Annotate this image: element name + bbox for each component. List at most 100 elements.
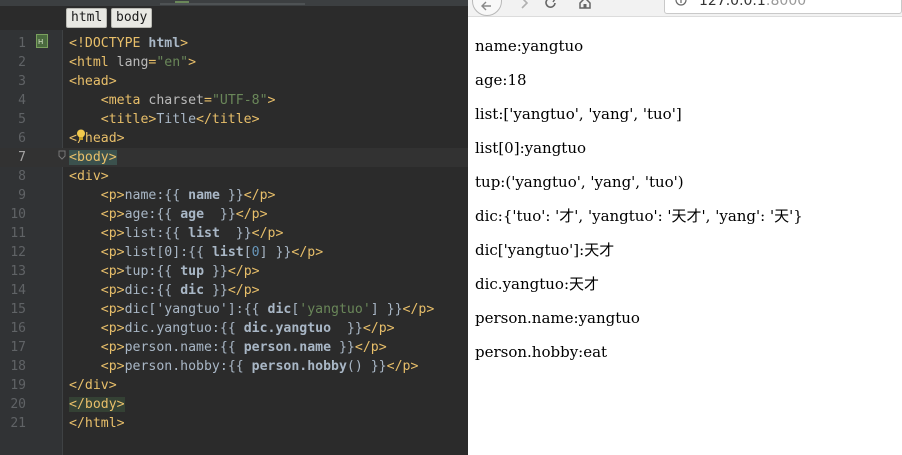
- code-token: <p>: [100, 359, 125, 374]
- code-token: name:: [124, 188, 165, 203]
- code-token: </p>: [362, 321, 395, 336]
- breadcrumb-html[interactable]: html: [66, 8, 108, 28]
- code-text: <body>: [69, 148, 117, 167]
- reload-icon[interactable]: [544, 0, 558, 10]
- code-token: html: [148, 36, 181, 51]
- line-number: 4: [18, 93, 26, 108]
- code-token: <p>: [100, 188, 125, 203]
- code-line[interactable]: 6 </head>: [0, 129, 468, 148]
- code-line[interactable]: 15 <p>dic['yangtuo']:{{ dic['yangtuo'] }…: [0, 300, 468, 319]
- code-text: <meta charset="UTF-8">: [69, 91, 276, 110]
- editor-active-tab-marker[interactable]: [175, 0, 189, 3]
- code-token: "UTF-8": [211, 93, 268, 108]
- line-number: 13: [10, 264, 26, 279]
- rendered-paragraph: name:yangtuo: [475, 37, 584, 55]
- code-token: person.hobby: [251, 359, 347, 374]
- code-text: <p>list[0]:{{ list[0] }}</p>: [69, 243, 323, 262]
- code-text: <html lang="en">: [69, 53, 196, 72]
- rendered-paragraph: person.name:yangtuo: [475, 309, 640, 327]
- code-token: dic.yangtuo: [243, 321, 332, 336]
- code-line[interactable]: 7 <body>: [0, 148, 468, 167]
- code-token: {{: [156, 264, 181, 279]
- code-token: </p>: [291, 245, 324, 260]
- code-token: name: [188, 188, 220, 203]
- code-line[interactable]: 5 <title>Title</title>: [0, 110, 468, 129]
- code-line[interactable]: 20 </body>: [0, 395, 468, 414]
- breadcrumb: html body: [0, 6, 468, 30]
- code-token: }}: [219, 226, 252, 241]
- code-line[interactable]: 19 </div>: [0, 376, 468, 395]
- code-token: dic: [267, 302, 292, 317]
- code-token: dic:: [124, 283, 157, 298]
- line-number: 12: [10, 245, 26, 260]
- code-line[interactable]: 9 <p>name:{{ name }}</p>: [0, 186, 468, 205]
- line-number: 7: [18, 150, 26, 165]
- code-line[interactable]: 8 <div>: [0, 167, 468, 186]
- lightbulb-icon[interactable]: [76, 129, 86, 141]
- code-text: <p>dic:{{ dic }}</p>: [69, 281, 260, 300]
- rendered-paragraph: tup:('yangtuo', 'yang', 'tuo'): [475, 173, 684, 191]
- code-line[interactable]: 14 <p>dic:{{ dic }}</p>: [0, 281, 468, 300]
- code-token: {{: [227, 359, 252, 374]
- code-token: >: [188, 55, 197, 70]
- code-token: person.hobby:: [124, 359, 228, 374]
- code-line[interactable]: 10 <p>age:{{ age }}</p>: [0, 205, 468, 224]
- line-number: 1: [18, 36, 26, 51]
- code-line[interactable]: 18 <p>person.hobby:{{ person.hobby() }}<…: [0, 357, 468, 376]
- back-button[interactable]: [472, 0, 502, 16]
- code-token: </p>: [386, 359, 419, 374]
- code-text: </div>: [69, 376, 117, 395]
- code-token: {{: [243, 302, 268, 317]
- info-icon[interactable]: [675, 0, 687, 6]
- code-editor[interactable]: html body 1 <!DOCTYPE html> 2 <html lang="e…: [0, 0, 468, 455]
- code-text: <p>dic['yangtuo']:{{ dic['yangtuo'] }}</…: [69, 300, 435, 319]
- code-token: <!DOCTYPE: [69, 36, 149, 51]
- rendered-paragraph: age:18: [475, 71, 527, 89]
- code-token: {{: [219, 340, 244, 355]
- code-line[interactable]: 4 <meta charset="UTF-8">: [0, 91, 468, 110]
- code-line[interactable]: 16 <p>dic.yangtuo:{{ dic.yangtuo }}</p>: [0, 319, 468, 338]
- browser-toolbar: 127.0.0.1:8000: [468, 0, 902, 17]
- line-number: 18: [10, 359, 26, 374]
- code-token: </div>: [69, 378, 117, 393]
- home-icon[interactable]: [578, 0, 592, 10]
- code-text: <!DOCTYPE html>: [69, 34, 188, 53]
- code-text: <p>dic.yangtuo:{{ dic.yangtuo }}</p>: [69, 319, 395, 338]
- code-token: >: [267, 93, 276, 108]
- code-text: <title>Title</title>: [69, 110, 260, 129]
- back-icon: [481, 1, 491, 11]
- url-port: :8000: [765, 0, 807, 9]
- code-line[interactable]: 17 <p>person.name:{{ person.name }}</p>: [0, 338, 468, 357]
- code-token: }}: [331, 340, 355, 355]
- code-token: <html: [69, 55, 117, 70]
- code-line[interactable]: 11 <p>list:{{ list }}</p>: [0, 224, 468, 243]
- html-file-icon: H: [36, 34, 48, 48]
- code-line[interactable]: 1 <!DOCTYPE html>: [0, 34, 468, 53]
- code-text: <p>person.name:{{ person.name }}</p>: [69, 338, 387, 357]
- code-token: </p>: [227, 283, 260, 298]
- code-token: <head>: [69, 74, 117, 89]
- code-token: }}: [219, 188, 244, 203]
- breadcrumb-body[interactable]: body: [111, 8, 153, 28]
- code-token: person.name: [243, 340, 332, 355]
- code-line[interactable]: 12 <p>list[0]:{{ list[0] }}</p>: [0, 243, 468, 262]
- code-token: 0: [251, 245, 260, 260]
- code-token: <p>: [100, 226, 125, 241]
- address-bar[interactable]: 127.0.0.1:8000: [664, 0, 902, 14]
- forward-icon[interactable]: [518, 0, 532, 10]
- fold-icon[interactable]: [58, 150, 66, 160]
- rendered-paragraph: dic.yangtuo:天才: [475, 275, 600, 293]
- code-line[interactable]: 21 </html>: [0, 414, 468, 433]
- code-token: ] }}: [259, 245, 292, 260]
- code-line[interactable]: 3 <head>: [0, 72, 468, 91]
- code-line[interactable]: 13 <p>tup:{{ tup }}</p>: [0, 262, 468, 281]
- code-token: list:: [124, 226, 165, 241]
- code-text: </html>: [69, 414, 125, 433]
- code-line[interactable]: 2 <html lang="en">: [0, 53, 468, 72]
- code-token: </title>: [196, 112, 260, 127]
